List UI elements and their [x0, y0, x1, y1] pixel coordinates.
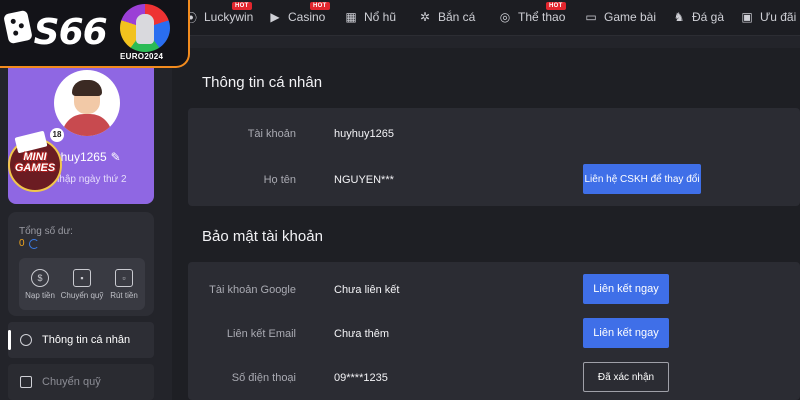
- edit-pencil-icon[interactable]: ✎: [111, 150, 121, 164]
- nav-the-thao[interactable]: ◎ Thể thao HOT: [498, 0, 566, 34]
- nav-label: Game bài: [604, 10, 657, 24]
- account-label: Tài khoản: [247, 128, 296, 140]
- withdraw-button[interactable]: ▫ Rút tiền: [104, 268, 144, 300]
- account-value: huyhuy1265: [334, 128, 394, 140]
- hot-badge: HOT: [232, 2, 252, 10]
- nav-label: Nổ hũ: [364, 10, 397, 24]
- main-content: Thông tin cá nhân Tài khoản huyhuy1265 H…: [172, 48, 800, 400]
- nav-label: Luckywin: [204, 10, 254, 24]
- google-account-label: Tài khoản Google: [209, 284, 296, 296]
- nav-label: Thể thao: [518, 10, 566, 24]
- refresh-icon[interactable]: [28, 238, 39, 249]
- rooster-icon: ♞: [673, 10, 685, 24]
- cards-icon: ▭: [585, 10, 597, 24]
- sport-icon: ◎: [499, 10, 511, 24]
- mini-games-widget[interactable]: MINI GAMES 18: [8, 128, 66, 200]
- wallet-icon: ▪: [73, 268, 91, 287]
- deposit-icon: $: [31, 268, 49, 287]
- balance-panel: Tổng số dư: 0 $ Nạp tiền ▪ Chuyển quỹ ▫ …: [8, 212, 154, 316]
- email-label: Liên kết Email: [226, 328, 296, 340]
- email-value: Chưa thêm: [334, 328, 390, 340]
- hot-badge: HOT: [546, 2, 566, 10]
- nav-label: Đá gà: [692, 10, 725, 24]
- transfer-button[interactable]: ▪ Chuyển quỹ: [60, 268, 104, 300]
- euro-badge-text: EURO2024: [120, 52, 164, 61]
- personal-info-title: Thông tin cá nhân: [202, 74, 323, 91]
- menu-label: Thông tin cá nhân: [42, 334, 131, 346]
- fish-icon: ✲: [419, 10, 431, 24]
- notification-count-badge: 18: [50, 128, 64, 142]
- wallet-icon: [20, 376, 32, 388]
- account-security-panel: Tài khoản Google Chưa liên kết Liên kết …: [188, 262, 800, 400]
- personal-info-panel: Tài khoản huyhuy1265 Họ tên NGUYEN*** Li…: [188, 108, 800, 206]
- nav-casino[interactable]: ▶ Casino HOT: [268, 0, 330, 34]
- account-security-title: Bảo mật tài khoản: [202, 228, 323, 245]
- nav-da-ga[interactable]: ♞ Đá gà: [672, 0, 724, 34]
- euro-trophy-icon: [120, 4, 170, 52]
- play-icon: ▶: [270, 10, 280, 24]
- menu-label: Chuyển quỹ: [42, 376, 101, 388]
- menu-personal-info[interactable]: Thông tin cá nhân: [8, 322, 154, 358]
- user-icon: [20, 334, 32, 346]
- nav-game-bai[interactable]: ▭ Game bài: [584, 0, 656, 34]
- slot-icon: ▦: [345, 10, 357, 24]
- brand-text: S66: [33, 12, 108, 53]
- withdraw-label: Rút tiền: [110, 290, 138, 300]
- nav-no-hu[interactable]: ▦ Nổ hũ: [344, 0, 396, 34]
- fullname-value: NGUYEN***: [334, 174, 394, 186]
- nav-label: Bắn cá: [438, 10, 476, 24]
- deposit-label: Nạp tiền: [25, 290, 55, 300]
- logo-wordmark: SS66: [10, 12, 108, 53]
- nav-luckywin[interactable]: ⦿ Luckywin HOT: [184, 0, 253, 34]
- balance-label: Tổng số dư:: [19, 226, 73, 237]
- menu-transfer[interactable]: Chuyển quỹ: [8, 364, 154, 400]
- contact-support-button[interactable]: Liên hệ CSKH để thay đổi: [583, 164, 701, 194]
- link-email-button[interactable]: Liên kết ngay: [583, 318, 669, 348]
- phone-verified-button[interactable]: Đã xác nhận: [583, 362, 669, 392]
- hot-badge: HOT: [310, 2, 330, 10]
- nav-ban-ca[interactable]: ✲ Bắn cá: [418, 0, 475, 34]
- nav-label: Ưu đãi: [760, 10, 797, 24]
- transfer-label: Chuyển quỹ: [60, 290, 104, 300]
- nav-uu-dai[interactable]: ▣ Ưu đãi: [740, 0, 796, 34]
- google-account-value: Chưa liên kết: [334, 284, 400, 296]
- withdraw-icon: ▫: [115, 268, 133, 287]
- phone-label: Số điện thoại: [231, 372, 296, 384]
- avatar[interactable]: [54, 70, 120, 136]
- site-logo[interactable]: SS66 EURO2024: [0, 0, 190, 68]
- balance-value-row: 0: [19, 238, 39, 249]
- phone-value: 09****1235: [334, 372, 388, 384]
- deposit-button[interactable]: $ Nạp tiền: [20, 268, 60, 300]
- link-google-button[interactable]: Liên kết ngay: [583, 274, 669, 304]
- gift-icon: ▣: [741, 10, 753, 24]
- nav-label: Casino: [288, 10, 326, 24]
- balance-value: 0: [19, 238, 25, 249]
- mini-games-title: MINI GAMES: [14, 151, 56, 174]
- fullname-label: Họ tên: [263, 174, 296, 186]
- wallet-actions: $ Nạp tiền ▪ Chuyển quỹ ▫ Rút tiền: [19, 258, 145, 310]
